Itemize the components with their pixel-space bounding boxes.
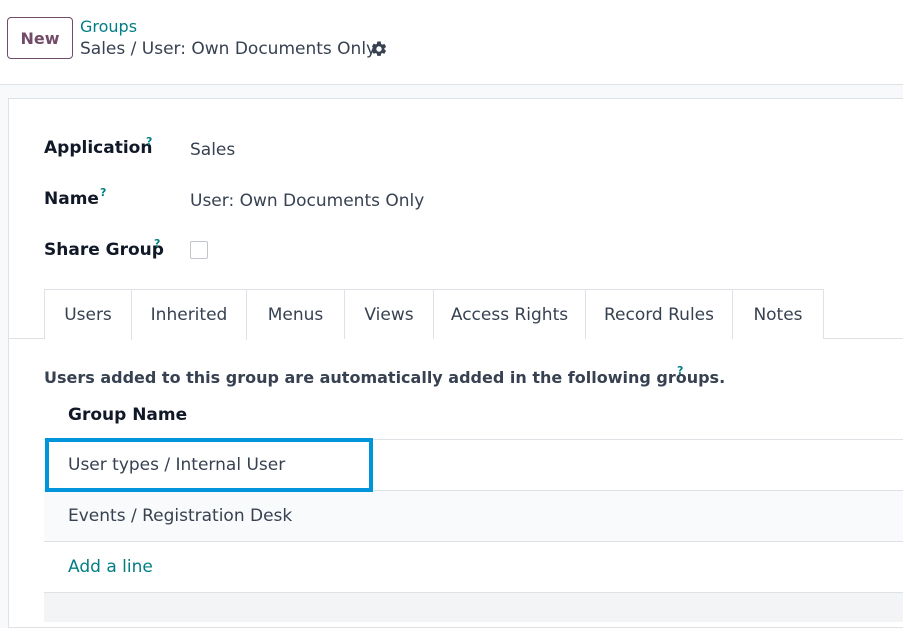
- tab-views[interactable]: Views: [344, 289, 434, 339]
- inherited-description: Users added to this group are automatica…: [44, 368, 726, 387]
- breadcrumb-groups-link[interactable]: Groups: [80, 17, 137, 36]
- share-group-help-icon[interactable]: ?: [154, 237, 160, 250]
- group-name-cell: User types / Internal User: [68, 455, 286, 475]
- share-group-label: Share Group: [44, 240, 164, 260]
- group-name-cell: Events / Registration Desk: [68, 506, 293, 526]
- tab-inherited[interactable]: Inherited: [131, 289, 247, 340]
- tab-access-rights[interactable]: Access Rights: [433, 289, 586, 339]
- name-label: Name: [44, 189, 99, 209]
- name-value[interactable]: User: Own Documents Only: [190, 191, 424, 211]
- breadcrumb-current-record: Sales / User: Own Documents Only: [80, 39, 377, 59]
- tab-notes[interactable]: Notes: [732, 289, 824, 339]
- application-label: Application: [44, 138, 153, 158]
- application-value[interactable]: Sales: [190, 140, 235, 160]
- inherited-help-icon[interactable]: ?: [677, 364, 683, 377]
- tab-users[interactable]: Users: [44, 289, 132, 339]
- table-row[interactable]: Events / Registration Desk: [44, 490, 903, 541]
- table-row[interactable]: User types / Internal User: [44, 439, 903, 490]
- gear-icon[interactable]: [370, 40, 388, 58]
- new-button[interactable]: New: [7, 17, 73, 59]
- table-footer: [44, 592, 903, 622]
- add-a-line-link[interactable]: Add a line: [68, 557, 153, 577]
- tab-menus[interactable]: Menus: [246, 289, 345, 339]
- application-help-icon[interactable]: ?: [146, 135, 152, 148]
- tab-record-rules[interactable]: Record Rules: [585, 289, 733, 339]
- group-name-column-header[interactable]: Group Name: [68, 405, 187, 425]
- control-panel: New Groups Sales / User: Own Documents O…: [0, 0, 903, 85]
- name-help-icon[interactable]: ?: [100, 186, 106, 199]
- share-group-checkbox[interactable]: [190, 241, 208, 259]
- add-line-row: Add a line: [44, 541, 903, 592]
